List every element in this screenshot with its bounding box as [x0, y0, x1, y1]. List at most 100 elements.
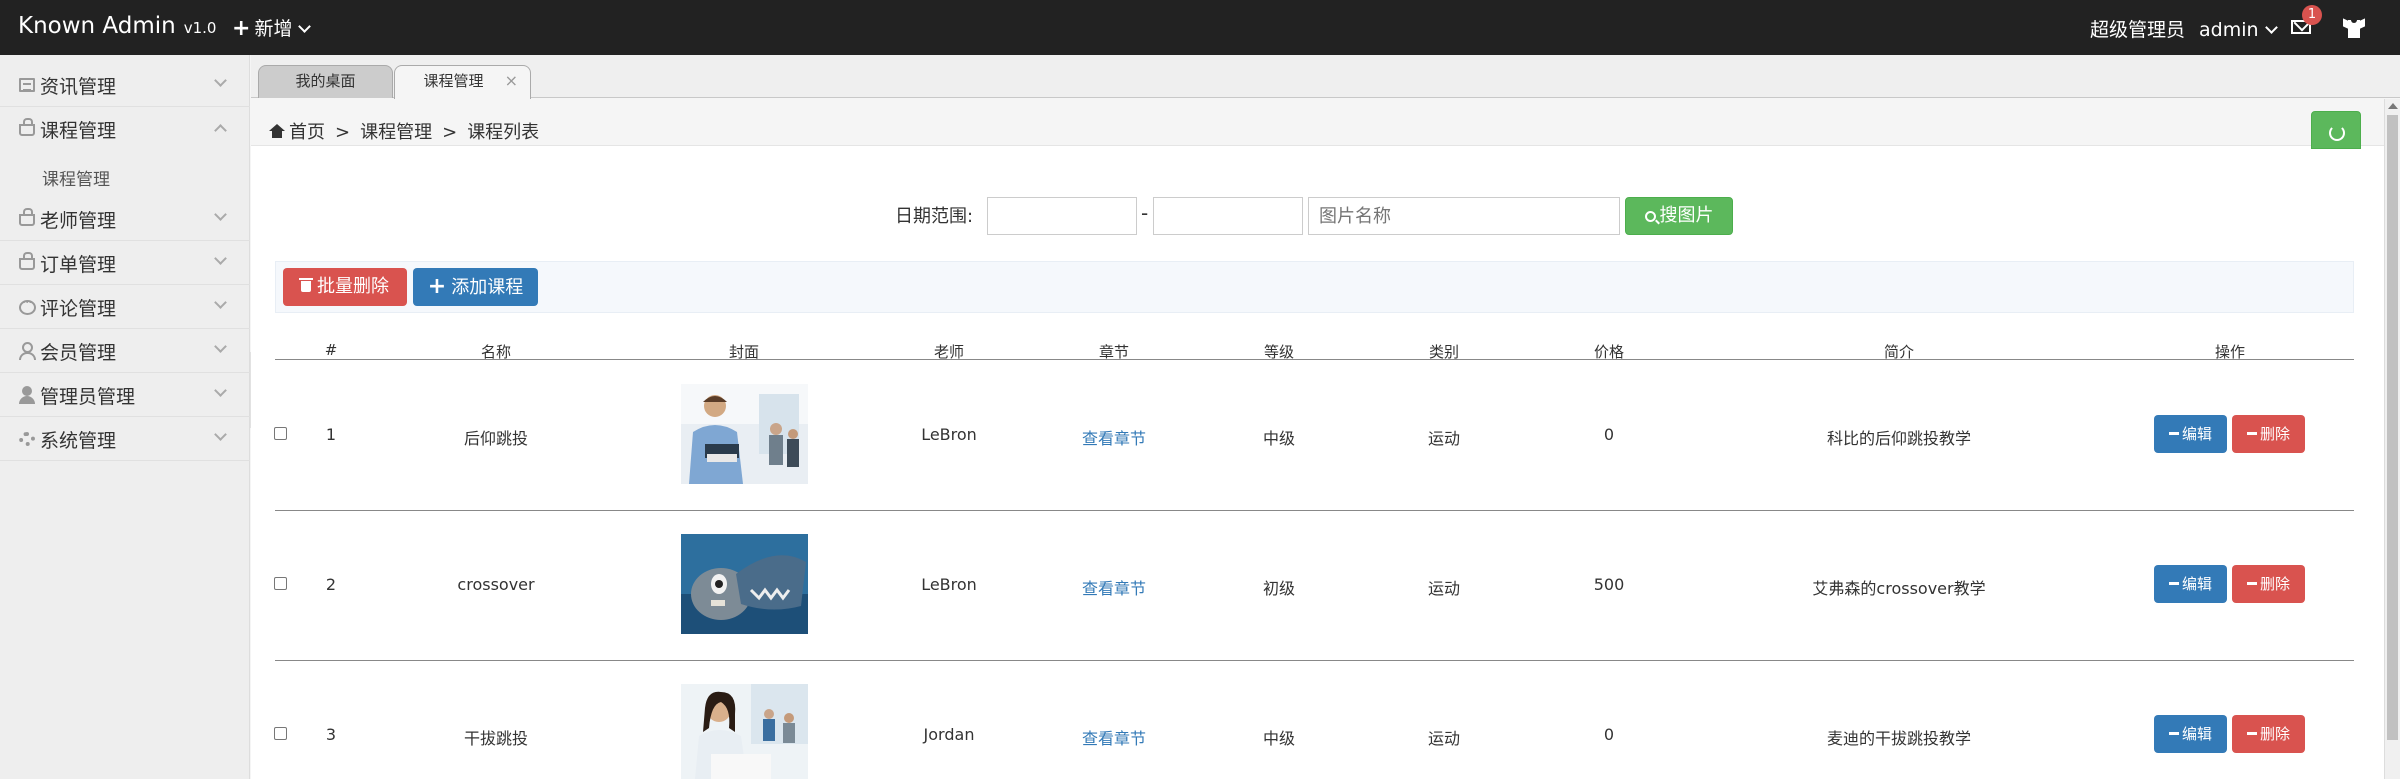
cover-image	[681, 534, 808, 634]
mail-count-badge: 1	[2302, 5, 2322, 25]
date-range-dash: -	[1141, 201, 1149, 225]
refresh-button[interactable]	[2311, 111, 2361, 149]
batch-delete-label: 批量删除	[317, 276, 389, 297]
chevron-down-icon	[214, 74, 227, 87]
sidebar-item-label: 订单管理	[40, 254, 117, 276]
document-icon	[19, 78, 35, 92]
edit-icon	[2168, 732, 2179, 735]
scroll-up-icon[interactable]	[2388, 103, 2398, 109]
row-index: 2	[325, 575, 337, 594]
brand-name: Known Admin	[18, 13, 176, 39]
row-teacher: LeBron	[921, 575, 977, 594]
user-solid-icon	[19, 386, 35, 404]
delete-icon	[2246, 582, 2257, 585]
edit-button[interactable]: 编辑	[2154, 565, 2227, 603]
scrollbar-thumb[interactable]	[2387, 115, 2398, 740]
search-button[interactable]: 搜图片	[1625, 197, 1733, 235]
sidebar-item-label: 会员管理	[40, 342, 117, 364]
delete-button[interactable]: 删除	[2232, 415, 2305, 453]
row-level: 中级	[1262, 429, 1296, 448]
row-category: 运动	[1427, 579, 1461, 598]
edit-button[interactable]: 编辑	[2154, 415, 2227, 453]
date-from-input[interactable]	[987, 197, 1137, 235]
top-header: Known Admin v1.0 + 新增 超级管理员 admin 1	[0, 0, 2400, 55]
cover-image	[681, 384, 808, 484]
row-checkbox[interactable]	[274, 577, 287, 590]
row-divider	[275, 660, 2354, 661]
edit-icon	[2168, 432, 2179, 435]
chat-icon	[19, 296, 36, 315]
edit-label: 编辑	[2181, 725, 2212, 743]
delete-label: 删除	[2259, 425, 2290, 443]
user-menu[interactable]: 超级管理员 admin	[2090, 15, 2278, 42]
view-chapters-link[interactable]: 查看章节	[1082, 575, 1146, 599]
plus-icon: +	[427, 274, 447, 299]
row-name: 干拔跳投	[463, 729, 529, 748]
row-teacher: LeBron	[921, 425, 977, 444]
sidebar-item-courses[interactable]: 课程管理	[0, 107, 250, 151]
date-to-input[interactable]	[1153, 197, 1303, 235]
image-name-input[interactable]	[1308, 197, 1620, 235]
search-button-label: 搜图片	[1659, 205, 1714, 226]
skin-icon[interactable]	[2343, 18, 2365, 38]
edit-label: 编辑	[2181, 575, 2212, 593]
add-course-label: 添加课程	[451, 277, 524, 298]
row-divider	[275, 510, 2354, 511]
row-checkbox[interactable]	[274, 427, 287, 440]
edit-icon	[2168, 582, 2179, 585]
chevron-down-icon	[214, 428, 227, 441]
vertical-scrollbar[interactable]	[2384, 99, 2400, 779]
breadcrumb-separator: >	[335, 122, 351, 143]
view-chapters-link[interactable]: 查看章节	[1082, 725, 1146, 749]
edit-button[interactable]: 编辑	[2154, 715, 2227, 753]
new-menu-button[interactable]: + 新增	[232, 14, 312, 41]
tab-course-management[interactable]: 课程管理 ×	[394, 65, 531, 99]
chevron-down-icon	[214, 340, 227, 353]
user-name: admin	[2199, 19, 2259, 41]
tab-bar: 我的桌面 课程管理 ×	[251, 55, 2400, 99]
row-name: crossover	[457, 575, 535, 594]
sidebar-item-label: 课程管理	[40, 120, 117, 142]
sidebar-subitem-courses[interactable]: 课程管理	[42, 165, 110, 190]
sidebar-item-orders[interactable]: 订单管理	[0, 241, 250, 285]
chevron-down-icon	[214, 208, 227, 221]
batch-delete-button[interactable]: 批量删除	[283, 268, 407, 306]
new-menu-label: 新增	[254, 18, 293, 40]
row-price: 0	[1603, 425, 1615, 444]
plus-icon: +	[232, 16, 251, 41]
brand-logo[interactable]: Known Admin v1.0	[18, 13, 216, 39]
sidebar-item-label: 资讯管理	[40, 76, 117, 98]
sidebar-item-comments[interactable]: 评论管理	[0, 285, 250, 329]
table-header-divider	[275, 359, 2354, 360]
sidebar-item-system[interactable]: 系统管理	[0, 417, 250, 461]
row-name: 后仰跳投	[463, 429, 529, 448]
delete-button[interactable]: 删除	[2232, 715, 2305, 753]
chevron-down-icon	[214, 296, 227, 309]
chevron-down-icon	[2264, 21, 2278, 34]
gear-icon	[19, 432, 35, 446]
row-price: 500	[1593, 575, 1625, 594]
breadcrumb-home[interactable]: 首页	[289, 122, 325, 143]
sidebar-item-news[interactable]: 资讯管理	[0, 63, 250, 107]
sidebar-item-admins[interactable]: 管理员管理	[0, 373, 250, 417]
delete-label: 删除	[2259, 575, 2290, 593]
home-icon	[269, 124, 285, 138]
tab-label: 我的桌面	[295, 72, 356, 90]
close-icon[interactable]: ×	[505, 66, 518, 96]
row-price: 0	[1603, 725, 1615, 744]
bag-icon	[19, 118, 35, 136]
sidebar-item-teachers[interactable]: 老师管理	[0, 197, 250, 241]
edit-label: 编辑	[2181, 425, 2212, 443]
row-checkbox[interactable]	[274, 727, 287, 740]
col-header-index: #	[324, 341, 338, 359]
sidebar-item-members[interactable]: 会员管理	[0, 329, 250, 373]
row-category: 运动	[1427, 429, 1461, 448]
view-chapters-link[interactable]: 查看章节	[1082, 425, 1146, 449]
add-course-button[interactable]: + 添加课程	[413, 268, 538, 306]
chevron-up-icon	[214, 124, 227, 137]
date-range-label: 日期范围:	[895, 206, 974, 227]
row-intro: 麦迪的干拔跳投教学	[1826, 729, 1972, 748]
tab-desktop[interactable]: 我的桌面	[258, 65, 393, 98]
breadcrumb-level1[interactable]: 课程管理	[360, 122, 432, 143]
delete-button[interactable]: 删除	[2232, 565, 2305, 603]
